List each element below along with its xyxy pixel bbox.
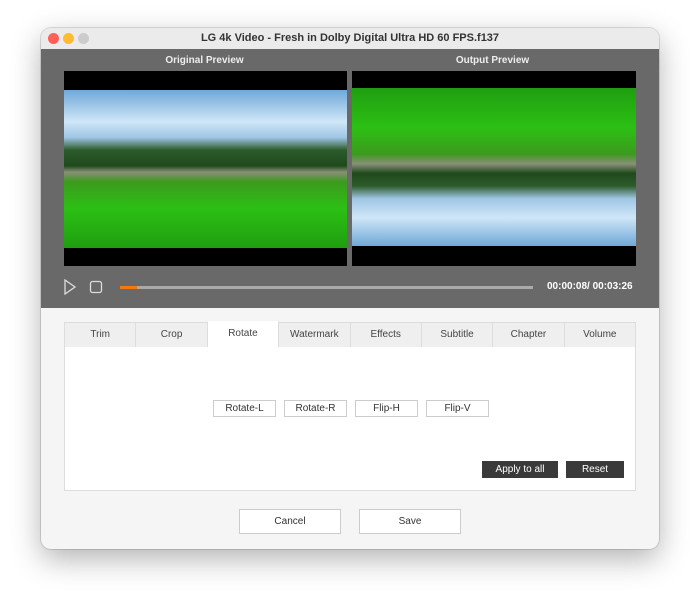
original-preview — [64, 71, 347, 266]
minimize-button[interactable] — [63, 33, 74, 44]
zoom-button[interactable] — [78, 33, 89, 44]
stop-icon[interactable] — [89, 280, 103, 294]
tab-volume[interactable]: Volume — [564, 323, 635, 347]
window-title: LG 4k Video - Fresh in Dolby Digital Ult… — [200, 32, 500, 44]
original-video-frame — [64, 90, 347, 248]
tab-subtitle[interactable]: Subtitle — [421, 323, 494, 347]
tab-rotate[interactable]: Rotate — [207, 321, 280, 347]
progress-slider[interactable] — [120, 286, 533, 289]
close-button[interactable] — [48, 33, 59, 44]
original-preview-label: Original Preview — [165, 55, 244, 66]
tab-effects[interactable]: Effects — [350, 323, 422, 347]
tab-bar: Trim Crop Rotate Watermark Effects Subti… — [64, 321, 636, 347]
rotate-left-button[interactable]: Rotate-L — [213, 400, 276, 417]
tab-trim[interactable]: Trim — [65, 323, 137, 347]
output-preview-label: Output Preview — [455, 55, 530, 66]
save-button[interactable]: Save — [359, 509, 461, 534]
preview-area: Original Preview Output Preview 00:00:08… — [41, 49, 659, 308]
time-readout: 00:00:08/ 00:03:26 — [547, 281, 633, 292]
tab-crop[interactable]: Crop — [136, 323, 208, 347]
play-icon[interactable] — [63, 279, 77, 295]
cancel-button[interactable]: Cancel — [239, 509, 341, 534]
flip-horizontal-button[interactable]: Flip-H — [355, 400, 418, 417]
output-preview — [352, 71, 636, 266]
tab-watermark[interactable]: Watermark — [279, 323, 351, 347]
output-video-frame — [352, 88, 636, 246]
tab-chapter[interactable]: Chapter — [493, 323, 565, 347]
rotate-right-button[interactable]: Rotate-R — [284, 400, 347, 417]
apply-to-all-button[interactable]: Apply to all — [482, 461, 558, 478]
reset-button[interactable]: Reset — [566, 461, 624, 478]
editor-window: LG 4k Video - Fresh in Dolby Digital Ult… — [41, 28, 659, 549]
flip-vertical-button[interactable]: Flip-V — [426, 400, 489, 417]
title-bar: LG 4k Video - Fresh in Dolby Digital Ult… — [41, 28, 659, 49]
progress-fill — [120, 286, 137, 289]
rotate-panel: Rotate-L Rotate-R Flip-H Flip-V Apply to… — [64, 347, 636, 491]
